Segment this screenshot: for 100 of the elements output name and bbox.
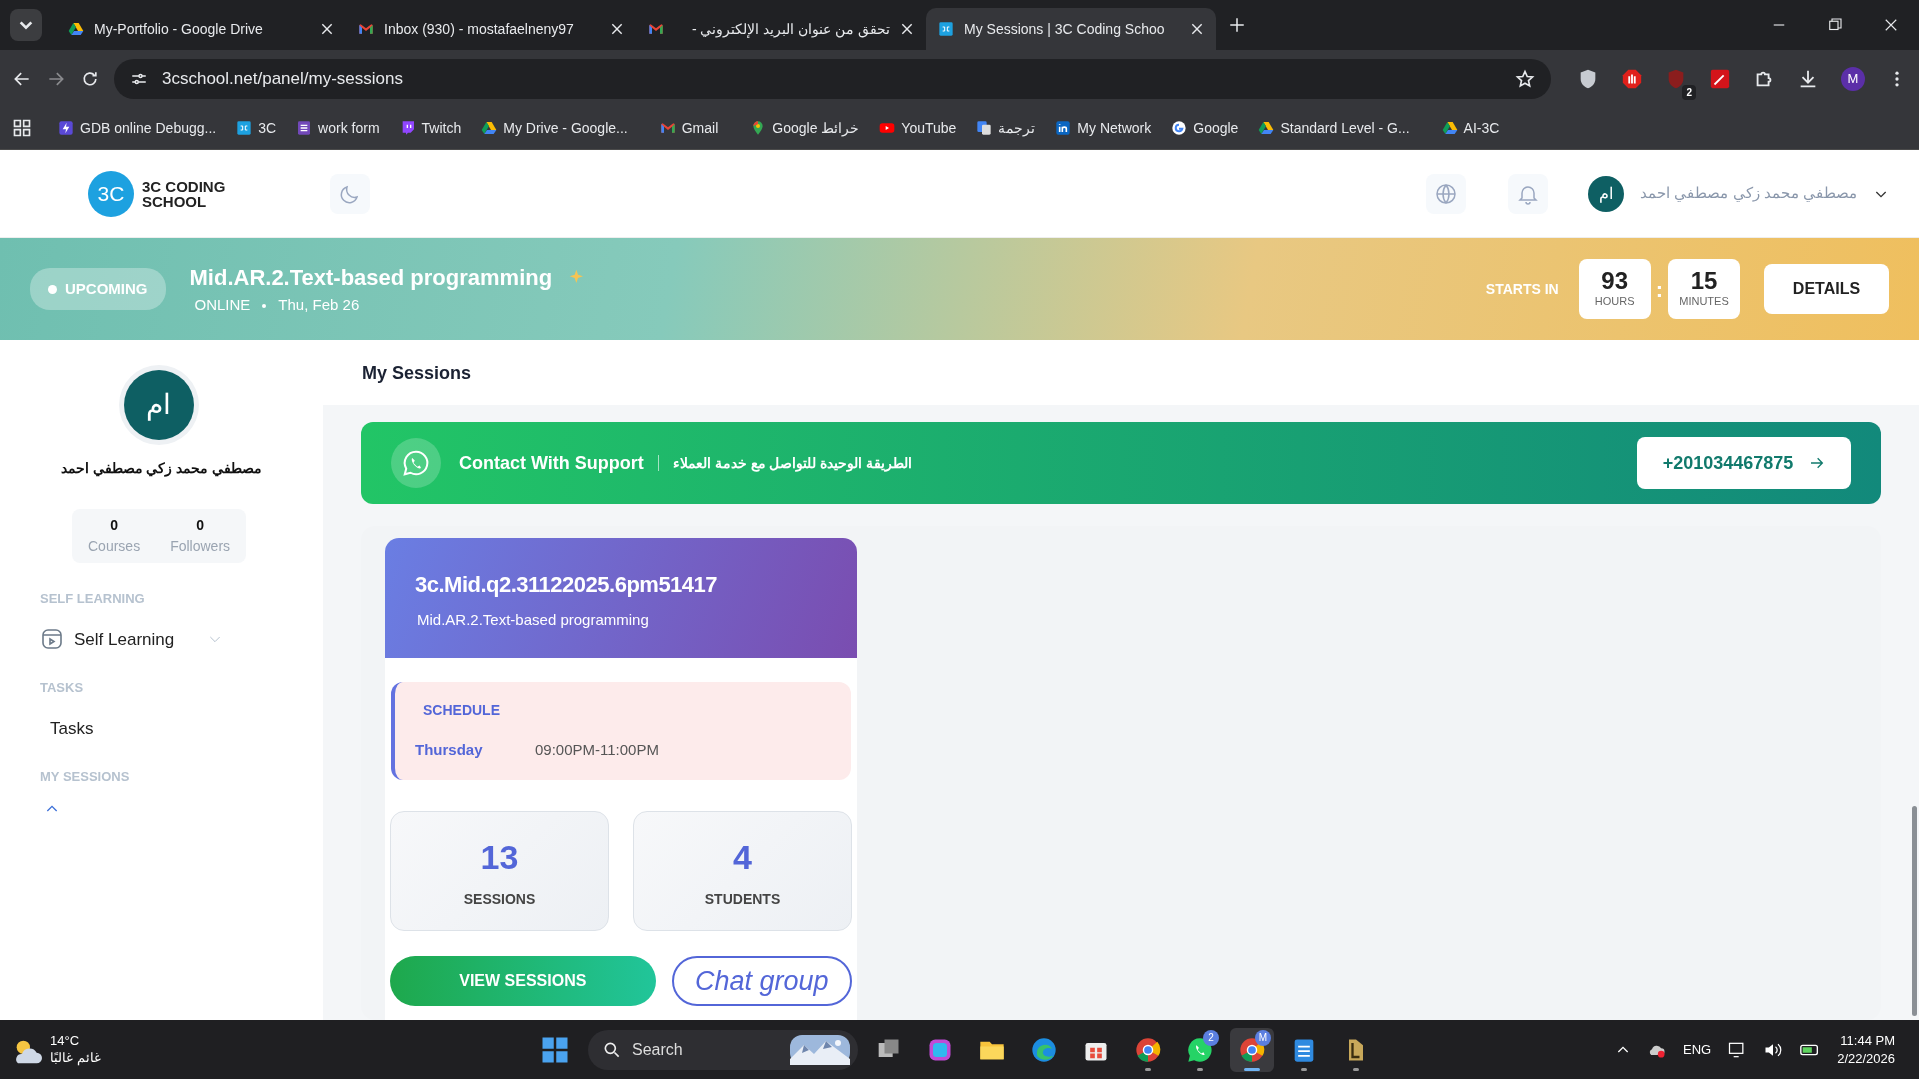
clock-time[interactable]: 11:44 PM bbox=[1837, 1031, 1895, 1050]
starts-in-label: STARTS IN bbox=[1485, 279, 1559, 299]
close-icon[interactable] bbox=[900, 22, 914, 36]
url-text: 3cschool.net/panel/my-sessions bbox=[162, 67, 404, 90]
chat-group-button[interactable]: Chat group bbox=[671, 956, 852, 1006]
drive-icon bbox=[68, 21, 84, 37]
separator-dot bbox=[262, 303, 267, 308]
logo-mark: 3C bbox=[88, 170, 134, 217]
stat-label: SESSIONS bbox=[463, 890, 536, 909]
mail-icon bbox=[659, 120, 676, 136]
course-name: Mid.AR.2.Text-based programming bbox=[417, 610, 650, 630]
stat-label: STUDENTS bbox=[704, 890, 781, 909]
bookmark[interactable]: Gmail bbox=[651, 113, 727, 143]
section-heading: SELF LEARNING bbox=[39, 590, 146, 608]
google-icon bbox=[1171, 120, 1188, 136]
scrollbar-thumb[interactable] bbox=[1912, 806, 1917, 1016]
wand-icon[interactable] bbox=[1709, 67, 1731, 90]
new-tab-icon[interactable] bbox=[1228, 16, 1246, 34]
support-title: Contact With Support bbox=[459, 451, 644, 475]
bookmark[interactable]: AI-3C bbox=[1433, 113, 1508, 143]
logo-icon bbox=[938, 21, 954, 37]
section-heading: MY SESSIONS bbox=[39, 768, 131, 786]
logo-icon bbox=[236, 120, 253, 136]
stat-label: Courses bbox=[88, 537, 141, 556]
globe-icon bbox=[1434, 181, 1459, 206]
countdown-separator: : bbox=[1655, 275, 1663, 304]
bookmark[interactable]: Twitch bbox=[391, 113, 470, 143]
bookmark-star-icon[interactable] bbox=[1515, 68, 1535, 89]
session-date: Thu, Feb 26 bbox=[278, 295, 360, 316]
browser-icon[interactable] bbox=[1030, 1035, 1058, 1064]
bolt-icon bbox=[58, 120, 74, 136]
notification-badge: M bbox=[1255, 1029, 1271, 1046]
schedule-day: Thursday bbox=[415, 739, 535, 762]
bookmark[interactable]: My Drive - Google... bbox=[473, 113, 636, 143]
details-button[interactable]: DETAILS bbox=[1764, 264, 1889, 314]
bookmark[interactable]: Standard Level - G... bbox=[1250, 113, 1418, 143]
bookmark[interactable]: 3C bbox=[228, 113, 285, 143]
drive-icon bbox=[1441, 120, 1458, 136]
chrome-icon[interactable] bbox=[1238, 1035, 1266, 1064]
chrome-icon[interactable] bbox=[1134, 1035, 1162, 1064]
bookmark[interactable]: Google خرائط bbox=[742, 113, 868, 143]
phone-button[interactable]: +201034467875 bbox=[1637, 437, 1851, 489]
weather-condition: غائم غالبًا bbox=[50, 1049, 101, 1066]
browser-tab[interactable]: Inbox (930) - mostafaelneny97 bbox=[346, 8, 636, 50]
profile-avatar[interactable]: M bbox=[1841, 66, 1865, 91]
support-subtitle: الطريقة الوحيدة للتواصل مع خدمة العملاء bbox=[672, 453, 913, 474]
menu-item[interactable]: Self Learning bbox=[74, 626, 207, 652]
play-icon bbox=[879, 120, 896, 136]
apps-grid-icon[interactable] bbox=[12, 118, 32, 138]
arrow-right-icon bbox=[1809, 455, 1826, 471]
countdown-box: 93 HOURS bbox=[1578, 259, 1651, 319]
video-icon bbox=[40, 627, 64, 652]
session-mode: ONLINE bbox=[194, 295, 251, 316]
chat-icon[interactable] bbox=[1186, 1035, 1214, 1064]
form-icon bbox=[296, 120, 313, 136]
translate-icon bbox=[976, 120, 993, 136]
mail-icon bbox=[358, 21, 374, 37]
bookmark[interactable]: ترجمة bbox=[968, 113, 1044, 143]
whatsapp-icon bbox=[401, 448, 431, 478]
section-heading: TASKS bbox=[39, 679, 85, 697]
page-title: My Sessions bbox=[361, 362, 473, 385]
browser-tab[interactable]: My-Portfolio - Google Drive bbox=[56, 8, 346, 50]
language-indicator[interactable]: ENG bbox=[1683, 1039, 1712, 1060]
stat-value: 0 bbox=[109, 516, 119, 535]
stat-label: Followers bbox=[170, 537, 231, 556]
menu-item[interactable]: Tasks bbox=[40, 715, 223, 741]
close-icon[interactable] bbox=[610, 22, 624, 36]
temperature: 14°C bbox=[50, 1033, 81, 1050]
close-icon[interactable] bbox=[320, 22, 334, 36]
user-avatar[interactable]: ام bbox=[1588, 175, 1625, 212]
clock-date[interactable]: 2/22/2026 bbox=[1837, 1049, 1895, 1068]
hand-icon[interactable] bbox=[1621, 67, 1643, 90]
browser-tab[interactable]: تحقق من عنوان البريد الإلكتروني - bbox=[636, 8, 926, 50]
mail-icon bbox=[648, 21, 664, 37]
schedule-label: SCHEDULE bbox=[423, 701, 501, 720]
stat-value: 13 bbox=[480, 837, 519, 878]
bookmark[interactable]: My Network bbox=[1047, 113, 1160, 143]
address-bar[interactable]: 3cschool.net/panel/my-sessions bbox=[114, 58, 1551, 99]
status-label: UPCOMING bbox=[65, 278, 148, 299]
theme-toggle[interactable] bbox=[330, 173, 371, 214]
drive-icon bbox=[1258, 120, 1275, 136]
bookmark[interactable]: YouTube bbox=[871, 113, 965, 143]
profile-name: مصطفي محمد زكي مصطفي احمد bbox=[59, 459, 264, 479]
browser-tab[interactable]: My Sessions | 3C Coding Schoo bbox=[926, 8, 1216, 50]
network-icon bbox=[1055, 120, 1072, 136]
logo-text: 3C CODING SCHOOL bbox=[142, 178, 226, 209]
tab-list-icon[interactable] bbox=[10, 9, 42, 41]
schedule-time: 09:00PM-11:00PM bbox=[535, 740, 659, 760]
stat-value: 4 bbox=[733, 837, 752, 878]
session-title: Mid.AR.2.Text-based programming bbox=[189, 264, 553, 293]
search-field[interactable]: Search bbox=[588, 1029, 858, 1070]
status-dot bbox=[48, 284, 57, 294]
bookmark[interactable]: Google bbox=[1163, 113, 1247, 143]
bookmark[interactable]: GDB online Debugg... bbox=[50, 113, 225, 143]
notification-badge: 2 bbox=[1203, 1029, 1219, 1046]
bookmark[interactable]: work form bbox=[288, 113, 388, 143]
close-icon[interactable] bbox=[1190, 22, 1204, 36]
stat-value: 0 bbox=[195, 516, 205, 535]
session-code: 3c.Mid.q2.31122025.6pm51417 bbox=[415, 571, 719, 599]
drive-icon bbox=[481, 120, 498, 136]
